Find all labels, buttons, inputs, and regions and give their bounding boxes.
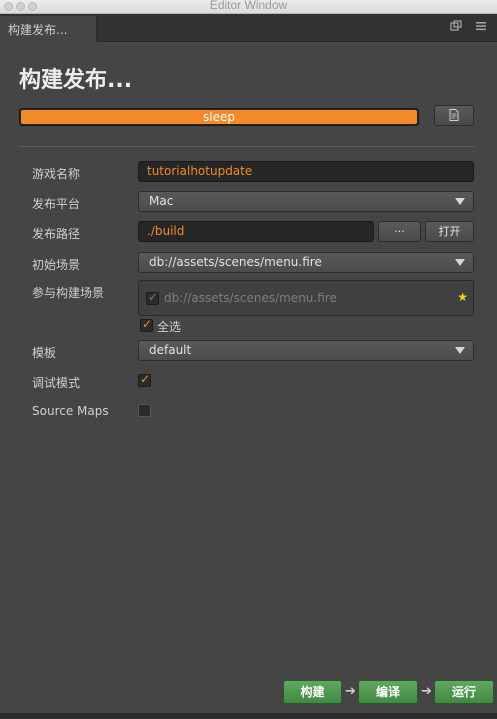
build-progress-bar: sleep <box>19 108 419 126</box>
chevron-down-icon <box>455 347 465 354</box>
chevron-down-icon <box>455 198 465 205</box>
game-name-label: 游戏名称 <box>32 167 81 181</box>
document-icon <box>449 109 459 121</box>
progress-label: sleep <box>203 110 235 124</box>
open-path-button[interactable]: 打开 <box>425 221 474 242</box>
tab-build[interactable]: 构建发布... <box>0 16 97 42</box>
build-path-input[interactable]: ./build <box>138 221 374 242</box>
arrow-icon: ➔ <box>345 684 356 699</box>
start-scene-select[interactable]: db://assets/scenes/menu.fire <box>138 252 474 273</box>
scene-item: db://assets/scenes/menu.fire <box>164 291 337 305</box>
check-icon: ✓ <box>142 317 153 331</box>
platform-value: Mac <box>149 194 174 208</box>
template-select[interactable]: default <box>138 340 474 361</box>
platform-label: 发布平台 <box>32 197 81 211</box>
page-title: 构建发布... <box>19 68 133 93</box>
editor-window: Editor Window 构建发布... 构建发布... sleep 游戏名称… <box>0 0 497 719</box>
build-button[interactable]: 构建 <box>283 680 342 704</box>
build-path-label: 发布路径 <box>32 227 81 241</box>
platform-select[interactable]: Mac <box>138 191 474 212</box>
select-all-label: 全选 <box>157 320 182 334</box>
debug-mode-checkbox[interactable]: ✓ <box>138 372 151 387</box>
star-icon: ★ <box>457 290 468 304</box>
template-label: 模板 <box>32 346 57 360</box>
start-scene-value: db://assets/scenes/menu.fire <box>149 255 322 269</box>
status-strip <box>0 713 497 719</box>
chevron-down-icon <box>455 259 465 266</box>
check-icon: ✓ <box>140 372 151 386</box>
arrow-icon: ➔ <box>421 684 432 699</box>
check-icon: ✓ <box>148 290 159 304</box>
window-title: Editor Window <box>209 0 288 12</box>
source-maps-label: Source Maps <box>32 404 109 418</box>
popout-icon[interactable] <box>449 20 463 34</box>
build-scenes-label: 参与构建场景 <box>32 286 105 300</box>
source-maps-checkbox[interactable] <box>138 404 151 417</box>
menu-icon[interactable] <box>474 20 488 34</box>
start-scene-label: 初始场景 <box>32 258 81 272</box>
template-value: default <box>149 343 192 357</box>
divider <box>19 146 475 147</box>
tab-label: 构建发布... <box>8 23 68 37</box>
window-titlebar: Editor Window <box>0 0 497 14</box>
select-all-checkbox[interactable]: ✓ <box>140 317 153 332</box>
debug-mode-label: 调试模式 <box>32 376 81 390</box>
browse-path-button[interactable]: ··· <box>378 221 421 242</box>
run-button[interactable]: 运行 <box>434 680 494 704</box>
open-log-button[interactable] <box>434 105 474 126</box>
game-name-input[interactable]: tutorialhotupdate <box>138 161 474 182</box>
scene-checkbox: ✓ <box>146 290 159 305</box>
build-scenes-list: ✓ db://assets/scenes/menu.fire ★ <box>138 280 474 316</box>
compile-button[interactable]: 编译 <box>358 680 418 704</box>
tab-bar: 构建发布... <box>0 14 497 42</box>
